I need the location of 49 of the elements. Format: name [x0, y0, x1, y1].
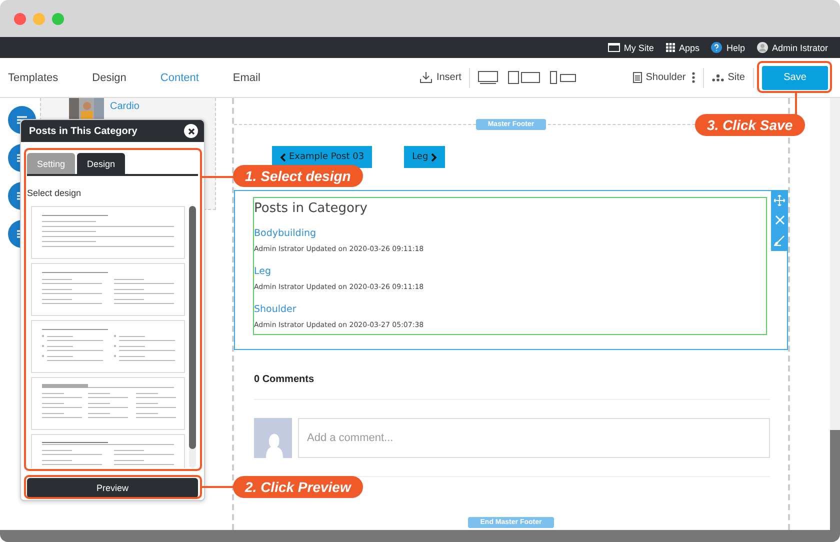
tablet-icon[interactable]	[508, 71, 542, 84]
callout-label: 3. Click Save	[695, 114, 805, 136]
sitemap-icon	[712, 74, 724, 82]
chevron-right-icon	[431, 152, 438, 162]
toolbar-tab[interactable]: Templates	[8, 72, 58, 84]
callout-label: 1. Select design	[233, 165, 363, 187]
help-icon	[711, 42, 722, 53]
panel-title: Posts in This Category	[29, 126, 138, 136]
toolbar-tab[interactable]: Design	[92, 72, 126, 84]
horizontal-scrollbar[interactable]	[0, 530, 840, 542]
download-icon	[420, 72, 432, 83]
close-icon	[188, 128, 194, 134]
leader-line	[795, 93, 797, 115]
preview-button[interactable]: Preview	[27, 478, 198, 498]
browser-window-icon	[608, 43, 620, 52]
scrollbar-thumb[interactable]	[830, 430, 840, 530]
avatar-icon	[756, 42, 768, 53]
desktop-icon[interactable]	[478, 71, 498, 84]
brush-icon[interactable]	[774, 235, 785, 246]
panel-tab[interactable]: Design	[77, 153, 126, 174]
top-bar-link[interactable]: Admin Istrator	[756, 42, 828, 53]
page-icon	[632, 72, 642, 83]
close-icon[interactable]	[774, 215, 784, 226]
callout-label: 2. Click Preview	[233, 476, 363, 498]
top-bar-link[interactable]: My Site	[608, 42, 654, 52]
window-close-button[interactable]	[14, 12, 26, 24]
comment-field[interactable]: Add a comment...	[298, 418, 770, 458]
comment-count: 0 Comments	[254, 374, 770, 400]
scrollbar[interactable]	[830, 98, 840, 530]
window-zoom-button[interactable]	[52, 12, 64, 24]
post-nav-button[interactable]: Leg	[404, 146, 446, 168]
more-icon[interactable]	[692, 72, 695, 83]
leader-line	[202, 176, 234, 178]
toolbar-tab[interactable]: Email	[232, 72, 260, 84]
widget-title: Posts in Category	[254, 201, 368, 216]
page-selector[interactable]: Shoulder	[632, 72, 686, 83]
section-label: Select design	[27, 188, 82, 198]
site-button[interactable]: Site	[712, 72, 745, 83]
top-bar-link[interactable]: Help	[711, 42, 745, 53]
chevron-left-icon	[280, 152, 286, 162]
close-button[interactable]	[184, 124, 198, 138]
window-minimize-button[interactable]	[33, 12, 45, 24]
leader-line	[202, 486, 234, 488]
avatar-placeholder-icon	[254, 418, 292, 458]
grid-icon	[666, 43, 675, 52]
phone-icon[interactable]	[550, 71, 578, 84]
insert-button[interactable]: Insert	[420, 72, 462, 83]
top-bar-link[interactable]: Apps	[666, 42, 700, 52]
move-icon[interactable]	[774, 194, 785, 206]
